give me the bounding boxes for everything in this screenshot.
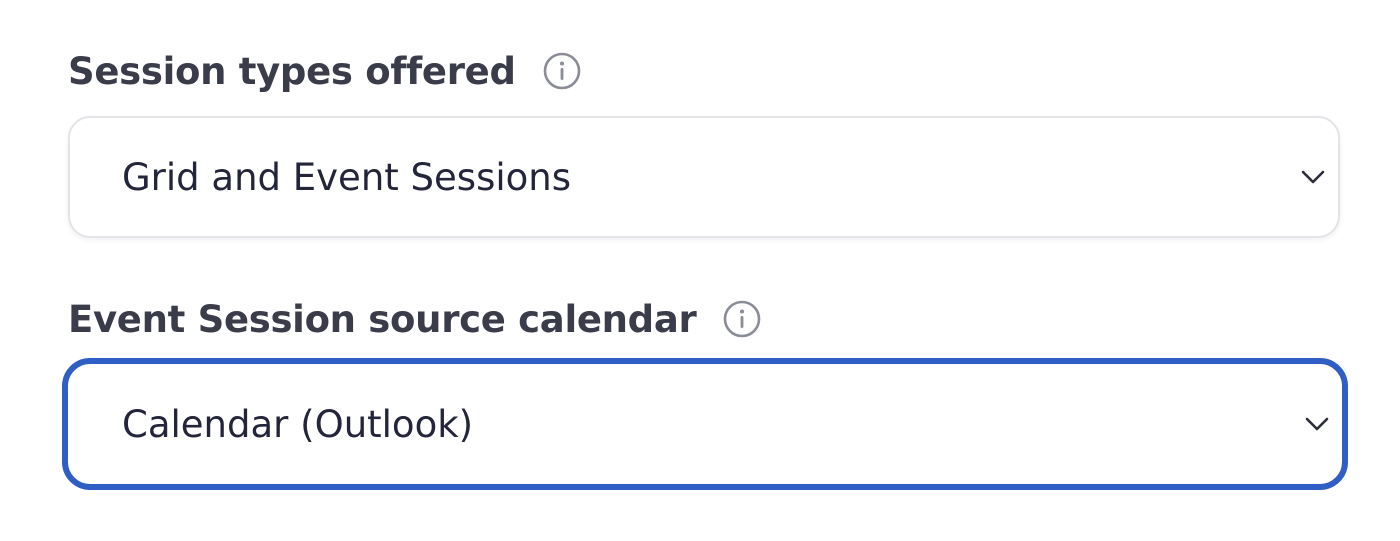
chevron-down-icon	[1298, 162, 1328, 192]
source-calendar-select[interactable]: Calendar (Outlook)	[62, 358, 1348, 490]
session-types-label-row: Session types offered	[68, 46, 582, 96]
chevron-down-icon	[1302, 409, 1332, 439]
info-icon[interactable]	[722, 299, 762, 339]
session-types-label: Session types offered	[68, 49, 516, 93]
source-calendar-selected-value: Calendar (Outlook)	[122, 402, 474, 446]
session-types-selected-value: Grid and Event Sessions	[122, 155, 571, 199]
source-calendar-label-row: Event Session source calendar	[68, 294, 762, 344]
source-calendar-label: Event Session source calendar	[68, 297, 697, 341]
info-icon[interactable]	[542, 51, 582, 91]
session-types-select[interactable]: Grid and Event Sessions	[68, 116, 1340, 238]
